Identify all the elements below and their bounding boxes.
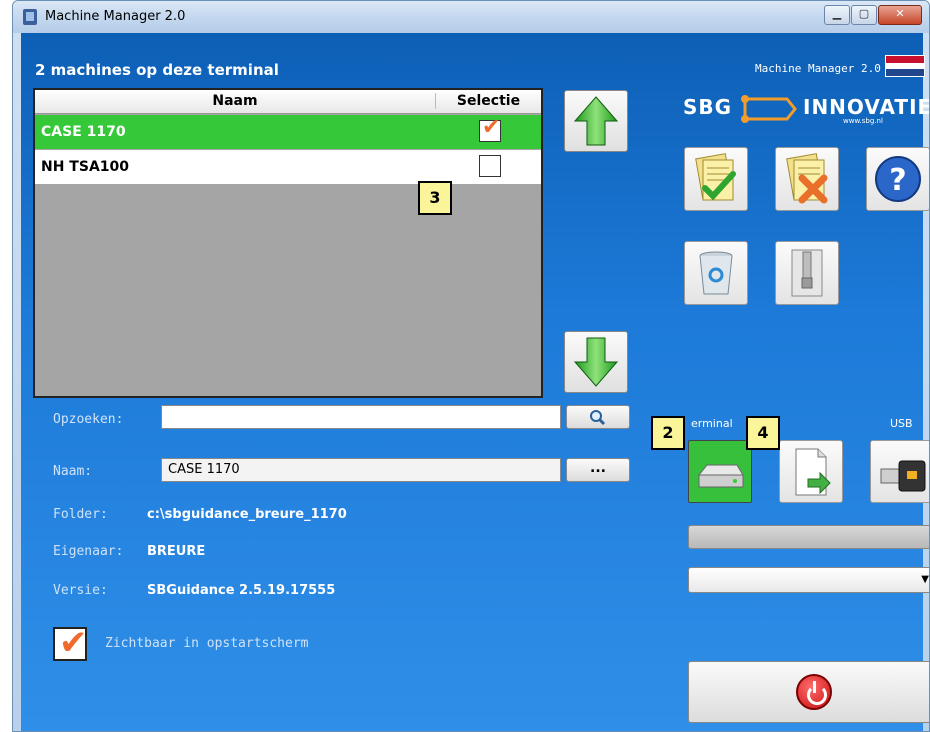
folder-value: c:\sbguidance_breure_1170 [147,507,347,522]
column-header-selectie[interactable]: Selectie [435,93,541,109]
recycle-bin-icon [699,251,733,295]
callout-badge-2: 2 [651,416,685,450]
window-title: Machine Manager 2.0 [45,9,186,24]
app-window: Machine Manager 2.0 ▁ ▢ ✕ 2 machines op … [12,0,930,732]
search-label: Opzoeken: [53,412,124,427]
search-button[interactable] [566,405,630,429]
table-header: Naam Selectie [35,90,541,114]
usb-drive-icon [880,460,926,492]
power-icon [796,674,832,710]
machine-table: Naam Selectie CASE 1170 ✔ NH TSA100 [33,88,543,398]
logo-innovatie-text: INNOVATIE [803,95,930,119]
callout-badge-3: 3 [418,181,452,215]
search-input[interactable] [161,405,561,429]
version-label: Machine Manager 2.0 [755,62,881,75]
callout-badge-4: 4 [746,416,780,450]
column-header-naam[interactable]: Naam [35,93,435,109]
naam-label: Naam: [53,464,93,479]
visible-at-startup-checkbox[interactable]: ✔ [53,623,88,663]
accept-document-icon [695,153,736,201]
terminal-drive-icon [697,464,744,488]
version-field-label: Versie: [53,583,108,598]
chevron-down-icon: ▼ [921,574,929,585]
transfer-document-icon [795,448,831,496]
terminal-label: erminal [691,417,733,430]
checkmark-icon: ✔ [482,115,501,140]
minimize-button[interactable]: ▁ [824,5,850,25]
move-up-button[interactable] [564,90,628,152]
folder-label: Folder: [53,507,108,522]
version-value: SBGuidance 2.5.19.17555 [147,583,336,598]
up-arrow-icon [573,96,619,146]
move-down-button[interactable] [564,331,628,393]
usb-label: USB [890,417,913,430]
browse-button[interactable]: ... [566,458,630,482]
sbg-innovatie-logo: SBG INNOVATIE www.sbg.nl [683,93,929,127]
naam-field[interactable]: CASE 1170 [161,458,561,482]
transfer-button[interactable] [779,440,843,503]
delete-machine-button[interactable] [684,241,748,305]
maximize-button[interactable]: ▢ [851,5,877,25]
reject-document-icon [786,153,828,204]
owner-label: Eigenaar: [53,544,124,559]
table-row[interactable]: CASE 1170 ✔ [35,115,541,149]
help-button[interactable]: ? [866,147,929,211]
checkmark-icon: ✔ [59,623,88,663]
archive-zip-icon [791,249,823,297]
reject-machine-button[interactable] [775,147,839,211]
machine-name: NH TSA100 [41,159,129,175]
svg-text:?: ? [889,163,906,198]
dutch-flag-icon[interactable] [885,55,925,77]
main-content: 2 machines op deze terminal Machine Mana… [21,33,929,731]
help-icon: ? [875,156,921,202]
owner-value: BREURE [147,544,206,559]
accept-machine-button[interactable] [684,147,748,211]
table-row[interactable]: NH TSA100 [35,150,541,184]
usb-button[interactable] [870,440,929,503]
logo-url-text: www.sbg.nl [843,117,883,125]
machine-name: CASE 1170 [41,124,126,140]
search-icon [590,410,606,426]
down-arrow-icon [573,337,619,387]
close-button[interactable]: ✕ [878,5,922,25]
logo-arrow-icon [741,95,797,123]
target-dropdown[interactable]: ▼ [688,567,929,593]
selection-checkbox[interactable]: ✔ [479,115,501,142]
logo-sbg-text: SBG [683,95,733,119]
machines-count-title: 2 machines op deze terminal [35,61,279,79]
archive-machine-button[interactable] [775,241,839,305]
selection-checkbox[interactable] [479,155,501,177]
progress-bar [688,525,929,549]
title-bar: Machine Manager 2.0 ▁ ▢ ✕ [13,1,929,33]
visible-at-startup-label: Zichtbaar in opstartscherm [105,636,309,651]
terminal-button[interactable] [688,440,752,503]
app-icon [23,9,37,25]
power-off-button[interactable] [688,661,929,723]
